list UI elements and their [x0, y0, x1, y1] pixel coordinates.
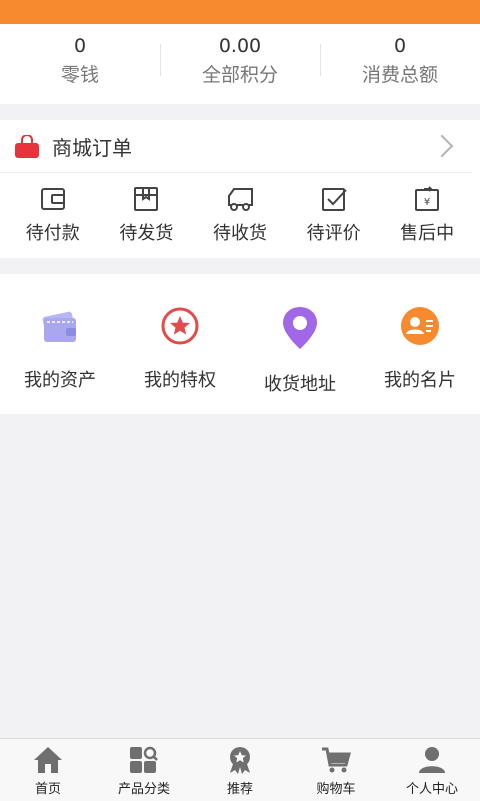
tab-label: 首页 [34, 782, 61, 797]
stat-total-spend[interactable]: 0 消费总额 [320, 24, 480, 104]
order-pending-payment[interactable]: 待付款 [8, 173, 98, 245]
order-after-sale[interactable]: ¥ 售后中 [382, 173, 472, 245]
shopping-bag-icon [14, 134, 40, 158]
service-label: 收货地址 [264, 374, 336, 395]
stat-points[interactable]: 0.00 全部积分 [160, 24, 320, 104]
order-label: 待收货 [212, 223, 267, 244]
cart-icon [322, 747, 351, 773]
order-to-ship[interactable]: 待发货 [101, 173, 191, 245]
tab-profile[interactable]: 个人中心 [384, 739, 480, 801]
order-label: 售后中 [400, 223, 455, 244]
package-icon [134, 187, 159, 211]
wallet-cards-icon [42, 311, 76, 342]
stat-value: 0 [393, 35, 407, 57]
mall-orders-title: 商城订单 [52, 135, 132, 160]
wallet-icon [40, 188, 65, 210]
order-to-receive[interactable]: 待收货 [195, 173, 285, 245]
service-label: 我的名片 [384, 370, 456, 391]
stat-value: 0.00 [218, 35, 262, 57]
star-badge-icon [161, 307, 199, 345]
stat-value: 0 [73, 35, 87, 57]
service-my-assets[interactable]: 我的资产 [0, 274, 120, 414]
tab-label: 产品分类 [117, 782, 170, 797]
service-label: 我的资产 [24, 370, 96, 391]
tab-label: 购物车 [316, 782, 356, 797]
truck-icon [227, 188, 253, 211]
order-label: 待付款 [25, 223, 80, 244]
tab-label: 推荐 [226, 782, 253, 797]
stat-label: 消费总额 [361, 64, 438, 86]
after-sale-icon: ¥ [415, 186, 440, 211]
tab-home[interactable]: 首页 [0, 739, 96, 801]
tab-label: 个人中心 [405, 782, 458, 797]
stat-label: 零钱 [60, 64, 99, 86]
contact-card-icon [401, 307, 439, 345]
svg-text:¥: ¥ [424, 197, 430, 208]
account-stats: 0 零钱 0.00 全部积分 0 消费总额 [0, 24, 480, 104]
category-icon [130, 746, 158, 773]
stat-label: 全部积分 [201, 64, 278, 86]
review-check-icon [321, 188, 347, 211]
location-pin-icon [283, 307, 317, 349]
tab-cart[interactable]: 购物车 [288, 739, 384, 801]
header-bar [0, 0, 480, 24]
service-shipping-address[interactable]: 收货地址 [240, 274, 360, 414]
user-icon [419, 747, 445, 773]
order-label: 待发货 [119, 223, 174, 244]
order-label: 待评价 [306, 223, 361, 244]
bottom-tab-bar: 首页 产品分类 推荐 购物车 个人中心 [0, 738, 480, 801]
stat-change[interactable]: 0 零钱 [0, 24, 160, 104]
services-grid: 我的资产 我的特权 收货地址 我的名片 [0, 274, 480, 414]
service-business-card[interactable]: 我的名片 [360, 274, 480, 414]
chevron-right-icon [430, 134, 454, 158]
tab-recommend[interactable]: 推荐 [192, 739, 288, 801]
service-my-privileges[interactable]: 我的特权 [120, 274, 240, 414]
mall-orders-header[interactable]: 商城订单 [0, 120, 472, 173]
order-to-review[interactable]: 待评价 [289, 173, 379, 245]
recommend-icon [230, 747, 250, 774]
mall-orders-card: 商城订单 待付款 待发货 待收货 待评价 ¥ 售后中 [0, 120, 480, 258]
tab-categories[interactable]: 产品分类 [96, 739, 192, 801]
home-icon [34, 747, 62, 773]
service-label: 我的特权 [144, 370, 216, 391]
